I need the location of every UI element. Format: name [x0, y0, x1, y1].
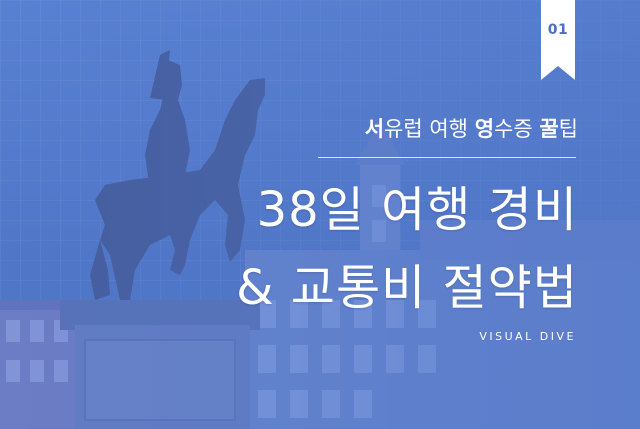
subtitle-part: 서: [364, 117, 385, 141]
title-line-2: & 교통비 절약법: [236, 260, 578, 316]
bookmark-ribbon-icon: [541, 0, 575, 80]
cover-card: 01 서유럽 여행 영수증 꿀팁 38일 여행 경비 & 교통비 절약법 VIS…: [0, 0, 640, 429]
title-line-1: 38일 여행 경비: [256, 182, 578, 238]
subtitle-part: 유럽 여행: [384, 117, 475, 141]
subtitle-part: 팁: [558, 117, 578, 141]
subtitle-part: 꿀: [539, 117, 559, 141]
divider: [318, 157, 576, 158]
badge-number: 01: [547, 22, 569, 38]
subtitle-part: 영: [474, 117, 495, 141]
brand-label: VISUAL DIVE: [479, 330, 576, 343]
subtitle: 서유럽 여행 영수증 꿀팁: [365, 113, 578, 143]
subtitle-part: 수증: [494, 117, 540, 141]
